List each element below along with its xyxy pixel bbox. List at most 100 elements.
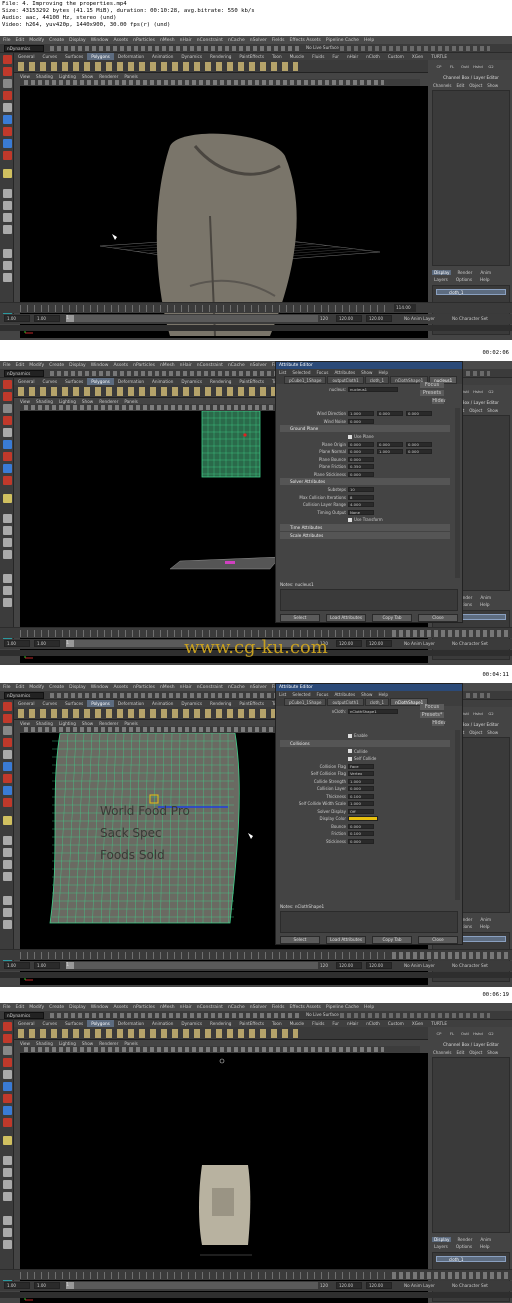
shelf-button-g2[interactable]: G2 [486, 64, 496, 69]
layer-tab-display[interactable]: Display [432, 270, 452, 275]
mode-selector[interactable]: nDynamics [4, 1012, 44, 1019]
viewport-3d[interactable] [20, 86, 428, 338]
menu-item-effects-assets[interactable]: Effects Assets [290, 38, 321, 43]
range-slider[interactable]: 1 [66, 962, 318, 969]
menu-item-nmesh[interactable]: nMesh [160, 363, 175, 368]
tool-icon[interactable] [3, 860, 12, 869]
shelf-tab-surfaces[interactable]: Surfaces [61, 378, 87, 385]
channel-menu-channels[interactable]: Channels [433, 82, 452, 89]
menu-item-nconstraint[interactable]: nConstraint [197, 685, 223, 690]
shelf-button-g2[interactable]: G2 [486, 1031, 496, 1036]
layer-tab-render[interactable]: Render [455, 270, 474, 275]
tool-icon[interactable] [3, 526, 12, 535]
command-line[interactable] [0, 972, 512, 978]
channel-list[interactable] [432, 1057, 510, 1233]
time-slider[interactable] [0, 1269, 512, 1280]
ae-load-attributes-button[interactable]: Load Attributes [326, 936, 366, 944]
tool-icon[interactable] [3, 1070, 12, 1079]
layer-menu-help[interactable]: Help [478, 924, 492, 929]
shelf-tab-muscle[interactable]: Muscle [286, 53, 309, 60]
tool-icon[interactable] [3, 574, 12, 583]
tool-icon[interactable] [3, 848, 12, 857]
start-time-field[interactable]: 1.00 [4, 315, 30, 322]
attr-field[interactable]: 0.000 [348, 418, 374, 424]
playback-end-field[interactable]: 120.00 [336, 315, 362, 322]
tool-icon[interactable] [3, 103, 12, 112]
ae-notes-box[interactable] [280, 589, 458, 611]
ae-tab-pcube1_1shape[interactable]: pCube1_1Shape [284, 376, 327, 384]
attr-field[interactable]: 0.000 [348, 471, 374, 477]
shelf-tab-polygons[interactable]: Polygons [87, 700, 114, 707]
attr-field[interactable]: 10 [348, 487, 374, 492]
time-slider[interactable] [0, 949, 512, 960]
menu-item-file[interactable]: File [3, 38, 11, 43]
tool-icon[interactable] [3, 1228, 12, 1237]
shelf-button-g2[interactable]: G2 [486, 711, 496, 716]
ae-section-header[interactable]: Collisions [280, 739, 450, 747]
menu-item-ncache[interactable]: nCache [228, 363, 245, 368]
ae-scrollbar[interactable] [455, 730, 460, 900]
menu-item-nmesh[interactable]: nMesh [160, 38, 175, 43]
ae-tab-outputcloth1[interactable]: outputCloth1 [327, 698, 364, 706]
attr-field[interactable]: 0.000 [377, 441, 403, 447]
range-slider-handle[interactable]: 1 [66, 962, 74, 969]
menu-item-edit[interactable]: Edit [16, 1005, 25, 1010]
attr-field[interactable]: 1.000 [377, 449, 403, 454]
shelf-tab-polygons[interactable]: Polygons [87, 53, 114, 60]
checkbox[interactable] [348, 434, 352, 439]
command-line[interactable] [0, 325, 512, 331]
menu-item-nmesh[interactable]: nMesh [160, 685, 175, 690]
ae-menu-show[interactable]: Show [361, 691, 372, 698]
tool-icon[interactable] [3, 750, 12, 759]
ae-select-button[interactable]: Select [280, 614, 320, 622]
layer-tab-anim[interactable]: Anim [478, 270, 493, 275]
time-slider[interactable]: 114.00 [0, 302, 512, 313]
shelf-tab-general[interactable]: General [14, 700, 39, 707]
tool-icon[interactable] [3, 1046, 12, 1055]
attr-field[interactable] [348, 816, 378, 821]
tool-icon[interactable] [3, 169, 12, 178]
tool-icon[interactable] [3, 762, 12, 771]
shelf-tab-deformation[interactable]: Deformation [114, 1020, 148, 1027]
shelf-tab-toon[interactable]: Toon [268, 53, 286, 60]
menu-item-modify[interactable]: Modify [29, 685, 44, 690]
tool-icon[interactable] [3, 151, 12, 160]
menu-item-nparticles[interactable]: nParticles [133, 685, 155, 690]
tool-icon[interactable] [3, 273, 12, 282]
shelf-button-fl[interactable]: FL [447, 1031, 457, 1036]
menu-item-nparticles[interactable]: nParticles [133, 1005, 155, 1010]
tool-icon[interactable] [3, 79, 12, 88]
ae-section-header[interactable]: Solver Attributes [280, 478, 450, 485]
anim-layer-menu[interactable]: No Anim Layer [404, 315, 435, 323]
tool-icon[interactable] [3, 115, 12, 124]
shelf-tab-painteffects[interactable]: PaintEffects [235, 53, 268, 60]
playback-controls[interactable] [392, 1272, 510, 1279]
channel-list[interactable] [432, 90, 510, 266]
attr-field[interactable]: 0.000 [406, 441, 432, 447]
tool-icon[interactable] [3, 1180, 12, 1189]
shelf-tab-polygons[interactable]: Polygons [87, 1020, 114, 1027]
ae-menu-selected[interactable]: Selected [292, 369, 310, 376]
shelf-button-fl[interactable]: FL [447, 64, 457, 69]
checkbox[interactable] [348, 756, 352, 761]
shelf-tab-fur[interactable]: Fur [328, 53, 343, 60]
menu-item-nconstraint[interactable]: nConstraint [197, 1005, 223, 1010]
attr-field[interactable]: 0.000 [348, 823, 374, 829]
attr-field[interactable]: Vertex [348, 771, 374, 776]
ae-section-header[interactable]: Ground Plane [280, 425, 450, 432]
status-icons[interactable] [50, 46, 300, 51]
ae-side-button[interactable]: Hide [432, 398, 444, 404]
ae-close-button[interactable]: Close [418, 936, 458, 944]
attr-field[interactable]: 0.350 [348, 464, 374, 469]
channel-menu-object[interactable]: Object [469, 407, 482, 414]
menu-item-nsolver[interactable]: nSolver [250, 1005, 267, 1010]
menu-item-create[interactable]: Create [49, 685, 64, 690]
shelf-tab-nhair[interactable]: nHair [343, 1020, 362, 1027]
menu-item-window[interactable]: Window [91, 38, 109, 43]
attr-field[interactable]: Face [348, 763, 374, 769]
playback-start-field[interactable]: 1.00 [34, 962, 60, 969]
menu-item-ncache[interactable]: nCache [228, 38, 245, 43]
layer-menu-layers[interactable]: Layers [432, 1244, 450, 1249]
tool-icon[interactable] [3, 249, 12, 258]
menu-item-nsolver[interactable]: nSolver [250, 38, 267, 43]
